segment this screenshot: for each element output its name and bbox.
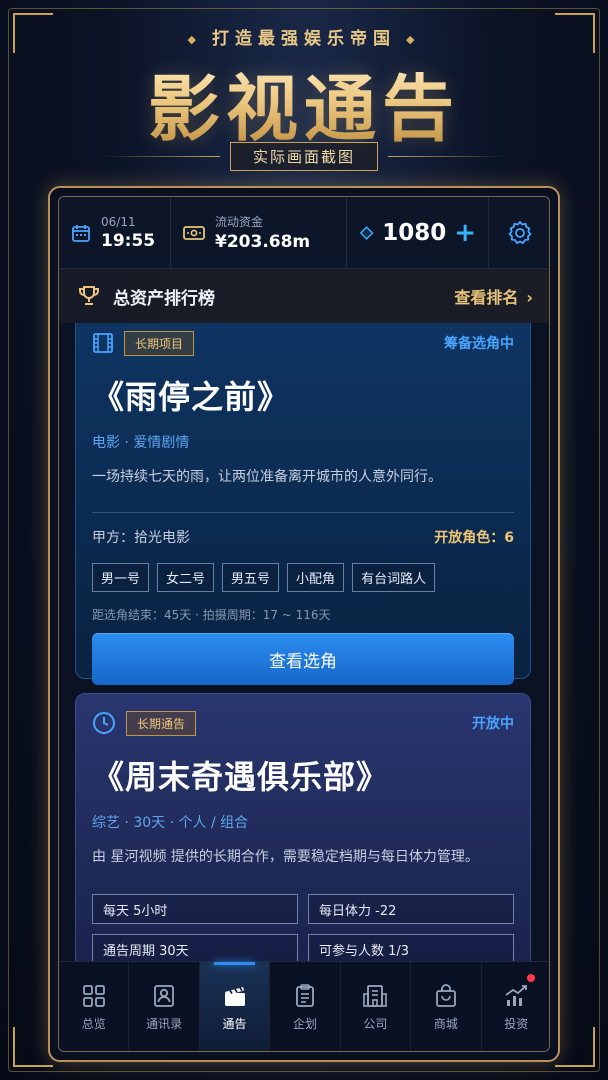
announcement-list[interactable]: 长期项目 筹备选角中 《雨停之前》 电影 · 爱情剧情 一场持续七天的雨，让两位…: [59, 323, 549, 961]
divider-line: [388, 155, 508, 157]
divider-line: [99, 155, 220, 157]
open-roles-count: 开放角色：6: [434, 530, 514, 546]
role-chip[interactable]: 男五号: [222, 563, 280, 592]
film-icon: [93, 333, 113, 353]
leaderboard-title: 总资产排行榜: [113, 288, 215, 309]
nav-label: 投资: [504, 1017, 529, 1031]
card-description: 由 星河视频 提供的长期合作，需要稳定档期与每日体力管理。: [92, 849, 479, 865]
diamond-icon: ◆: [406, 33, 421, 46]
project-type-tag: 长期项目: [124, 330, 195, 356]
banner-subtitle: 实际画面截图: [229, 141, 378, 171]
card-status: 筹备选角中: [444, 336, 514, 352]
notification-dot: [526, 974, 535, 982]
announcement-card[interactable]: 长期通告 开放中 《周末奇遇俱乐部》 综艺 · 30天 · 个人 / 组合 由 …: [75, 693, 531, 961]
diamond-gem-icon: [359, 225, 374, 240]
funds-value: ¥203.68m: [215, 232, 311, 252]
nav-planning[interactable]: 企划: [270, 962, 341, 1051]
card-header: 长期通告 开放中: [92, 708, 514, 738]
view-casting-button[interactable]: 查看选角: [92, 633, 514, 685]
add-gems-button[interactable]: +: [454, 218, 476, 248]
role-chip[interactable]: 女二号: [157, 563, 215, 592]
card-title: 《周末奇遇俱乐部》: [92, 758, 390, 796]
nav-label: 商城: [433, 1017, 458, 1031]
settings-button[interactable]: [489, 197, 549, 268]
view-ranking-link[interactable]: 查看排名 ›: [454, 284, 533, 308]
nav-company[interactable]: 公司: [341, 962, 412, 1051]
nav-invest[interactable]: 投资: [482, 962, 549, 1051]
detail-grid: 每天 5小时 每日体力 -22 通告周期 30天 可参与人数 1/3: [92, 894, 514, 961]
banner-subtitle-row: 实际画面截图: [0, 141, 608, 171]
clapperboard-icon: [224, 987, 245, 1006]
view-ranking-label: 查看排名: [454, 288, 519, 307]
card-genre: 电影 · 爱情剧情: [92, 435, 190, 451]
clipboard-icon: [296, 984, 314, 1007]
casting-meta: 距选角结束：45天 · 拍摄周期：17 ~ 116天: [92, 608, 331, 622]
time-text: 19:55: [101, 230, 156, 251]
app-screen: 06/11 19:55 流动资金 ¥203.68m 1080 + 总资产排行榜 …: [58, 196, 550, 1052]
card-header: 长期项目 筹备选角中: [92, 328, 514, 358]
trophy-icon: [79, 286, 99, 305]
role-chip[interactable]: 有台词路人: [352, 563, 436, 592]
detail-cell: 可参与人数 1/3: [308, 934, 514, 961]
nav-label: 通讯录: [146, 1017, 183, 1031]
clock-icon: [93, 712, 115, 734]
nav-label: 公司: [363, 1017, 388, 1031]
frame-corner: [555, 1027, 595, 1067]
nav-shop[interactable]: 商城: [411, 962, 482, 1051]
card-genre: 综艺 · 30天 · 个人 / 组合: [92, 815, 249, 831]
funds-label: 流动资金: [215, 215, 264, 229]
nav-label: 企划: [292, 1017, 317, 1031]
nav-announcements[interactable]: 通告: [199, 962, 271, 1051]
chart-icon: [505, 985, 528, 1006]
client-name: 甲方：拾光电影: [92, 530, 190, 546]
divider: [92, 512, 514, 513]
gems-display: 1080 +: [347, 197, 489, 268]
detail-cell: 通告周期 30天: [92, 934, 298, 961]
nav-label: 通告: [222, 1017, 247, 1031]
nav-contacts[interactable]: 通讯录: [129, 962, 200, 1051]
date-text: 06/11: [101, 214, 136, 229]
banner-title: 影视通告: [0, 50, 608, 155]
announcement-card[interactable]: 长期项目 筹备选角中 《雨停之前》 电影 · 爱情剧情 一场持续七天的雨，让两位…: [75, 323, 531, 685]
detail-cell: 每日体力 -22: [308, 894, 514, 924]
detail-cell: 每天 5小时: [92, 894, 298, 924]
bag-icon: [435, 984, 456, 1007]
building-icon: [363, 985, 388, 1007]
contacts-icon: [154, 985, 175, 1007]
leaderboard-bar[interactable]: 总资产排行榜 查看排名 ›: [59, 269, 549, 323]
status-bar: 06/11 19:55 流动资金 ¥203.68m 1080 +: [59, 197, 549, 269]
nav-label: 总览: [81, 1017, 106, 1031]
gems-value: 1080: [382, 219, 447, 246]
card-status: 开放中: [472, 716, 514, 732]
frame-corner: [13, 1027, 53, 1067]
card-description: 一场持续七天的雨，让两位准备离开城市的人意外同行。: [92, 469, 442, 485]
tagline-text: 打造最强娱乐帝国: [212, 29, 396, 49]
date-time[interactable]: 06/11 19:55: [59, 197, 171, 268]
diamond-icon: ◆: [187, 33, 202, 46]
funds-display[interactable]: 流动资金 ¥203.68m: [171, 197, 347, 268]
cash-icon: [183, 225, 205, 240]
role-chip[interactable]: 小配角: [287, 563, 345, 592]
calendar-icon: [72, 224, 90, 242]
role-chips: 男一号 女二号 男五号 小配角 有台词路人: [92, 563, 514, 592]
phone-frame: 06/11 19:55 流动资金 ¥203.68m 1080 + 总资产排行榜 …: [48, 186, 560, 1062]
banner-tagline: ◆ 打造最强娱乐帝国 ◆: [0, 24, 608, 49]
gear-icon: [508, 220, 532, 244]
bottom-nav: 总览 通讯录 通告 企划 公司 商城 投资: [59, 961, 549, 1051]
nav-overview[interactable]: 总览: [59, 962, 130, 1051]
chevron-right-icon: ›: [526, 288, 533, 307]
card-title: 《雨停之前》: [92, 378, 291, 416]
role-chip[interactable]: 男一号: [92, 563, 150, 592]
announcement-type-tag: 长期通告: [126, 710, 197, 736]
client-row: 甲方：拾光电影 开放角色：6: [92, 527, 514, 547]
overview-icon: [82, 985, 105, 1007]
